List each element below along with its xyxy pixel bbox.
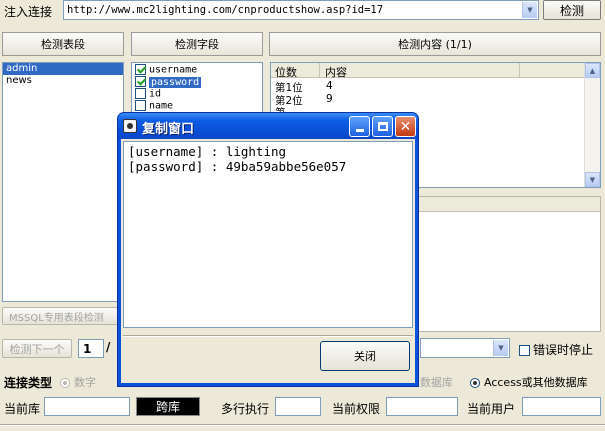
- conn-numeric-option[interactable]: 数字: [60, 374, 96, 390]
- list-item[interactable]: name: [132, 100, 262, 112]
- detect-button[interactable]: 检测: [543, 0, 601, 20]
- scroll-down-icon[interactable]: ▼: [585, 172, 600, 187]
- page-value: 1: [83, 342, 92, 356]
- conn-access-option[interactable]: Access或其他数据库: [470, 374, 588, 390]
- current-user-label: 当前用户: [467, 402, 516, 416]
- tables-header-button[interactable]: 检测表段: [2, 32, 124, 56]
- checkbox[interactable]: [135, 100, 146, 111]
- list-item[interactable]: password: [132, 76, 262, 88]
- minimize-icon[interactable]: [349, 116, 370, 137]
- maximize-icon[interactable]: [372, 116, 393, 137]
- copy-textarea[interactable]: [username] : lighting [password] : 49ba5…: [123, 141, 413, 328]
- close-icon[interactable]: ✕: [395, 116, 416, 137]
- current-perm-label: 当前权限: [332, 402, 381, 416]
- url-text: http://www.mc2lighting.com/cnproductshow…: [67, 4, 384, 16]
- field-name: username: [149, 64, 198, 76]
- checkbox[interactable]: [135, 76, 146, 87]
- dialog-close-button[interactable]: 关闭: [320, 341, 410, 371]
- chevron-down-icon[interactable]: ▼: [493, 340, 508, 356]
- field-name: id: [149, 88, 162, 100]
- content-col-header-pos[interactable]: 位数: [271, 63, 320, 79]
- mode-select[interactable]: ▼: [420, 338, 510, 358]
- dialog-titlebar[interactable]: 复制窗口 ✕: [118, 113, 418, 139]
- list-item[interactable]: admin: [3, 63, 123, 75]
- tables-list[interactable]: admin news: [2, 62, 124, 302]
- content-col-header-content[interactable]: 内容: [320, 63, 520, 79]
- detect-next-button[interactable]: 检测下一个: [2, 339, 72, 358]
- list-item[interactable]: username: [132, 64, 262, 76]
- content-col-header-filler: [520, 63, 585, 78]
- content-scrollbar[interactable]: ▲ ▼: [584, 63, 600, 187]
- dialog-separator: [123, 335, 413, 337]
- dialog-body: [username] : lighting [password] : 49ba5…: [121, 139, 415, 383]
- row-pos: 第: [275, 105, 286, 112]
- scroll-up-icon[interactable]: ▲: [585, 63, 600, 78]
- checkbox[interactable]: [135, 88, 146, 99]
- list-item[interactable]: news: [3, 75, 123, 87]
- conn-access-label: Access或其他数据库: [484, 376, 588, 389]
- multi-exec-label: 多行执行: [221, 402, 270, 416]
- radio[interactable]: [470, 378, 480, 388]
- current-db-input[interactable]: [44, 397, 130, 416]
- inject-label: 注入连接: [4, 5, 53, 19]
- field-name: name: [149, 100, 174, 112]
- table-row[interactable]: 第: [271, 105, 586, 112]
- row-value: 9: [326, 93, 333, 105]
- fields-header-button[interactable]: 检测字段: [131, 32, 263, 56]
- url-input[interactable]: http://www.mc2lighting.com/cnproductshow…: [63, 0, 539, 20]
- conn-type-label: 连接类型: [4, 376, 53, 390]
- table-row[interactable]: 第2位 9: [271, 93, 586, 107]
- checkbox[interactable]: [135, 64, 146, 75]
- row-value: 4: [326, 80, 333, 92]
- page-separator: /: [106, 340, 111, 354]
- conn-db-fragment: 数据库: [420, 376, 453, 389]
- app-window-icon: [123, 119, 137, 133]
- pause-on-error-option[interactable]: 错误时停止: [519, 341, 593, 358]
- multi-exec-input[interactable]: [275, 397, 321, 416]
- cross-db-button[interactable]: 跨库: [136, 397, 200, 416]
- checkbox[interactable]: [519, 345, 530, 356]
- mssql-table-detect-button[interactable]: MSSQL专用表段检测: [2, 307, 118, 325]
- current-db-label: 当前库: [4, 402, 41, 416]
- current-user-input[interactable]: [522, 397, 601, 416]
- radio[interactable]: [60, 378, 70, 388]
- current-perm-input[interactable]: [386, 397, 458, 416]
- copy-window-dialog[interactable]: 复制窗口 ✕ [username] : lighting [password] …: [117, 112, 419, 387]
- page-input[interactable]: 1: [78, 339, 104, 358]
- content-header-button[interactable]: 检测内容 (1/1): [269, 32, 601, 56]
- list-item[interactable]: id: [132, 88, 262, 100]
- bottom-divider: [0, 424, 605, 426]
- conn-numeric-label: 数字: [74, 376, 96, 389]
- table-row[interactable]: 第1位 4: [271, 80, 586, 94]
- field-name: password: [149, 76, 202, 88]
- dialog-title: 复制窗口: [142, 122, 195, 137]
- pause-on-error-label: 错误时停止: [533, 343, 594, 357]
- cross-db-label: 跨库: [155, 400, 180, 414]
- chevron-down-icon[interactable]: ▼: [522, 2, 537, 18]
